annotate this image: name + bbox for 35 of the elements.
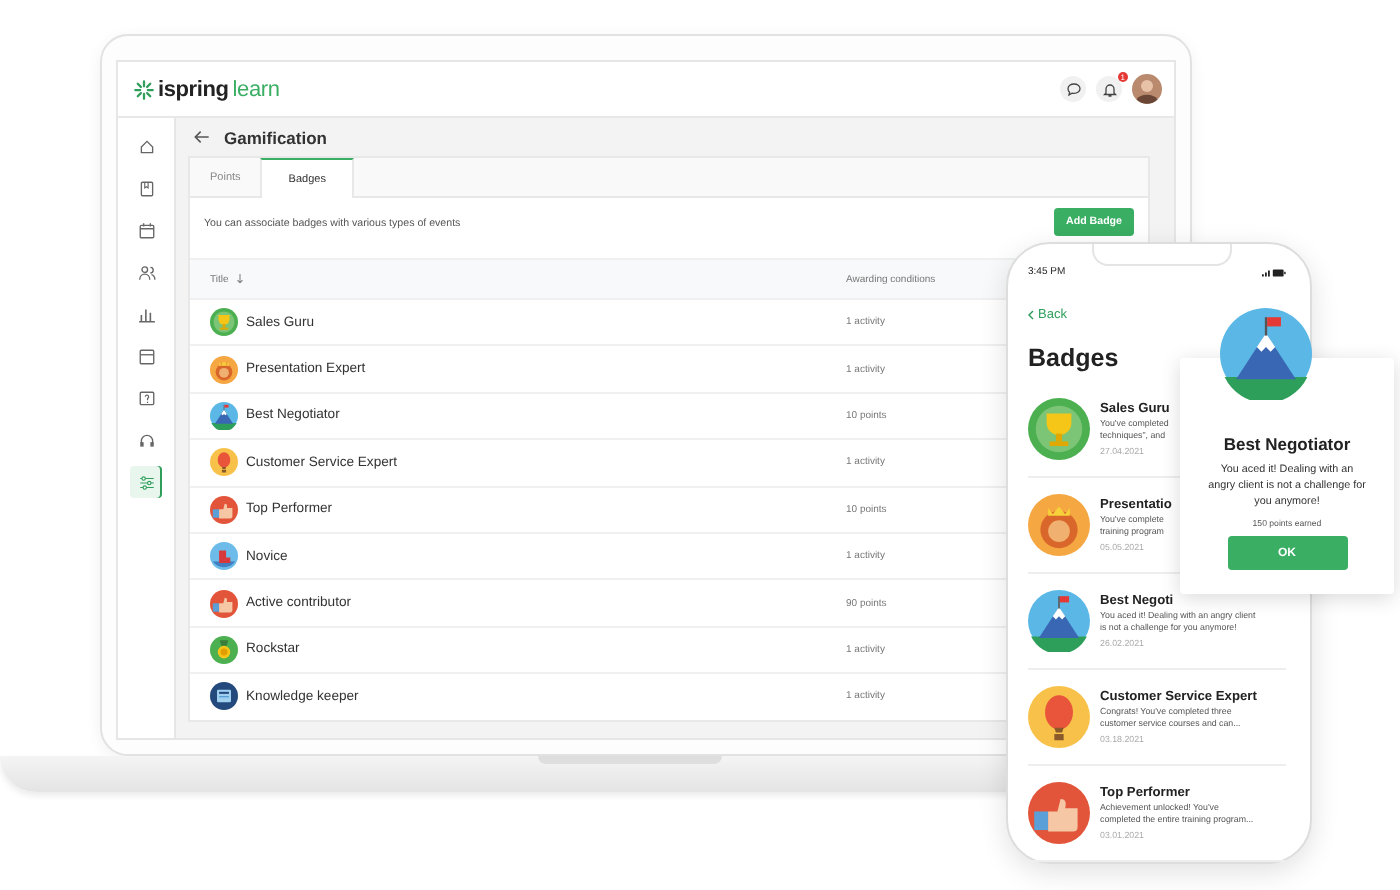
medal-icon — [210, 635, 238, 664]
thumbs-up-icon — [210, 589, 238, 618]
balloon-icon — [1028, 686, 1090, 748]
flower-logo-icon — [134, 79, 154, 99]
back-arrow-icon[interactable] — [194, 130, 210, 144]
chat-icon — [1065, 81, 1081, 97]
sort-arrow-icon[interactable] — [236, 274, 245, 284]
book-icon — [210, 682, 238, 711]
question-icon — [137, 389, 155, 407]
trophy-icon — [210, 308, 238, 337]
mountain-icon — [210, 401, 238, 430]
mountain-icon — [1028, 590, 1090, 652]
home-icon — [137, 137, 155, 155]
calendar-icon — [137, 221, 155, 239]
users-icon — [137, 263, 155, 281]
headset-icon — [137, 431, 155, 449]
thumbs-up-icon — [1028, 782, 1090, 844]
battery-icon — [1262, 267, 1286, 277]
chat-button[interactable] — [1060, 76, 1086, 102]
calendar-icon — [137, 347, 155, 365]
lion-icon — [210, 355, 238, 384]
avatar-icon[interactable] — [1132, 74, 1162, 104]
balloon-icon — [210, 448, 238, 477]
bar-chart-icon — [137, 305, 155, 323]
bell-icon — [1101, 81, 1117, 97]
book-icon — [137, 179, 155, 197]
thumbs-up-icon — [210, 495, 238, 524]
lion-icon — [1028, 494, 1090, 556]
trophy-icon — [1028, 398, 1090, 460]
chevron-left-icon — [1028, 310, 1034, 320]
sliders-icon — [137, 473, 155, 491]
page-title: Gamification — [224, 127, 327, 147]
logo-text: ispring learn — [158, 77, 280, 101]
sidebar-item[interactable] — [130, 466, 162, 498]
screen-title: Badges — [1028, 344, 1121, 372]
